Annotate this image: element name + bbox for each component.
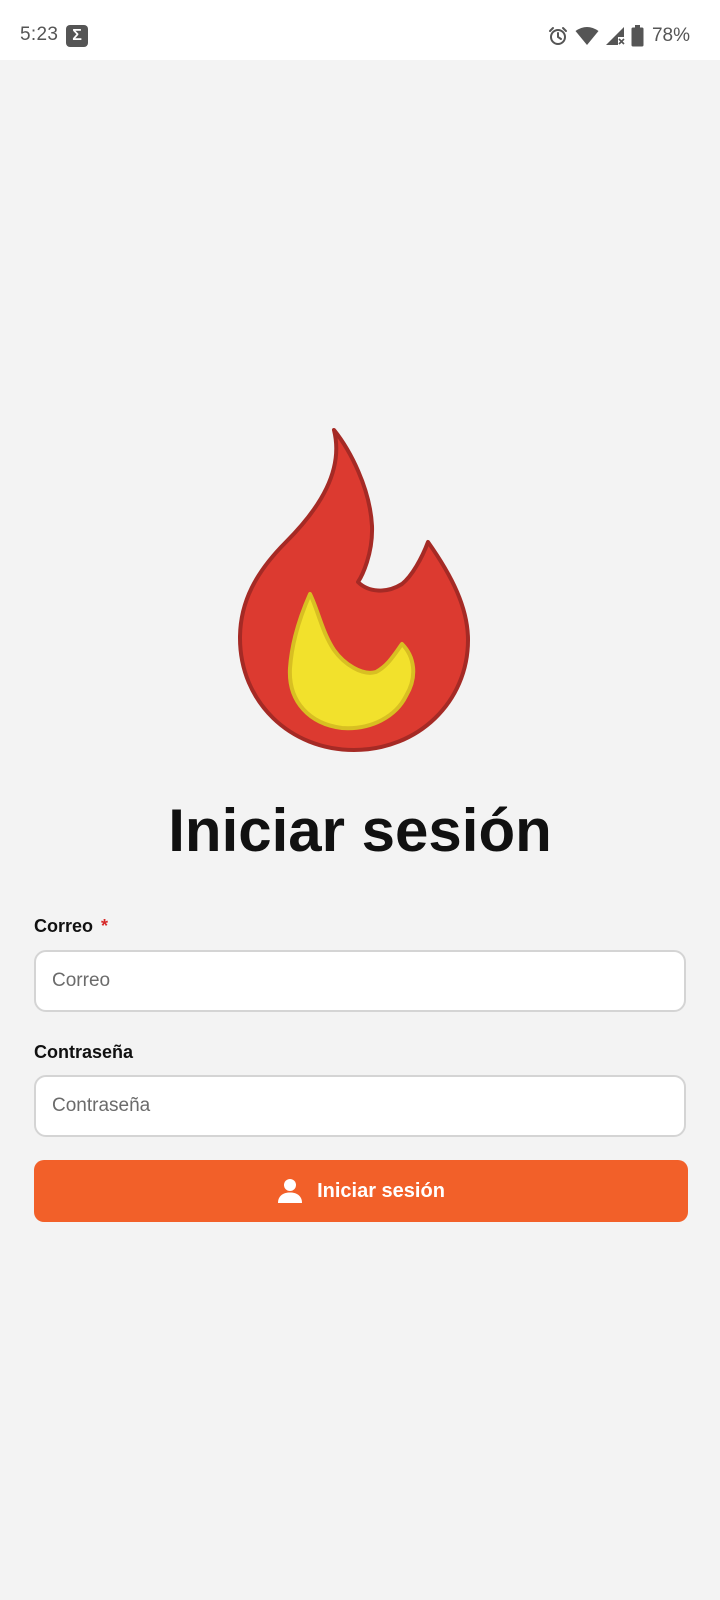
signal-icon (605, 27, 625, 45)
battery-icon (631, 25, 644, 47)
email-field[interactable] (34, 950, 686, 1012)
email-label-text: Correo (34, 916, 94, 936)
login-button-label: Iniciar sesión (317, 1179, 445, 1202)
page-title: Iniciar sesión (168, 797, 552, 864)
alarm-icon (548, 27, 567, 45)
required-marker: * (101, 916, 109, 936)
wifi-icon (575, 27, 599, 45)
sigma-icon: Σ (66, 25, 88, 47)
login-button[interactable]: Iniciar sesión (34, 1160, 688, 1222)
password-label: Contraseña (34, 1042, 134, 1062)
sigma-glyph: Σ (72, 27, 82, 44)
status-time: 5:23 (20, 24, 59, 45)
user-icon (278, 1179, 303, 1203)
password-field[interactable] (34, 1075, 686, 1137)
battery-percentage: 78% (651, 25, 690, 46)
status-bar: 5:23 Σ 78% (0, 0, 720, 60)
email-label: Correo * (34, 916, 108, 937)
status-icons: 78% (547, 24, 690, 48)
flame-icon (238, 428, 470, 752)
